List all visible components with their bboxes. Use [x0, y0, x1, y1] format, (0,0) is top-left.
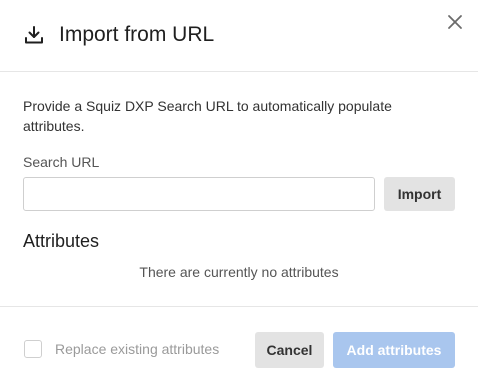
import-from-url-dialog: Import from URL Provide a Squiz DXP Sear…: [0, 0, 478, 390]
replace-existing-checkbox[interactable]: [24, 340, 42, 358]
description-text: Provide a Squiz DXP Search URL to automa…: [23, 98, 392, 134]
dialog-title: Import from URL: [59, 23, 215, 46]
empty-attributes-message: There are currently no attributes: [139, 264, 339, 280]
add-attributes-button[interactable]: Add attributes: [333, 332, 455, 368]
cancel-button[interactable]: Cancel: [255, 332, 324, 368]
import-button[interactable]: Import: [384, 177, 455, 211]
dialog-header: Import from URL: [0, 0, 478, 72]
close-icon: [447, 14, 463, 35]
dialog-body: Provide a Squiz DXP Search URL to automa…: [0, 72, 478, 306]
replace-existing-label: Replace existing attributes: [55, 341, 220, 357]
download-icon: [24, 25, 44, 45]
search-url-label: Search URL: [23, 154, 100, 170]
dialog-footer: Replace existing attributes Cancel Add a…: [0, 306, 478, 391]
search-url-input[interactable]: [23, 177, 375, 211]
attributes-heading: Attributes: [23, 231, 100, 251]
close-button[interactable]: [442, 11, 468, 37]
